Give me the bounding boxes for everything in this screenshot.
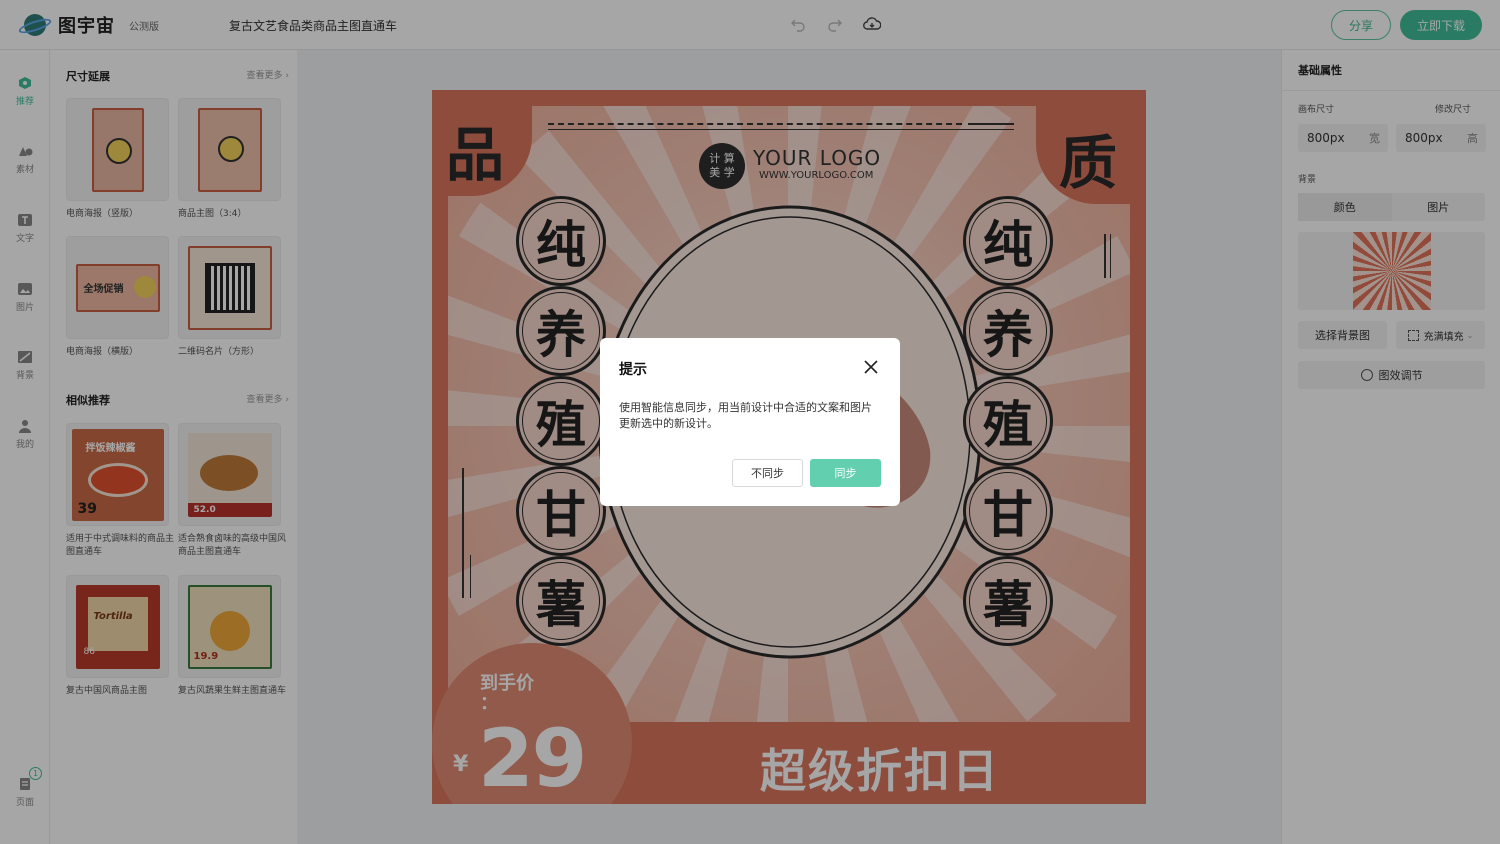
close-icon[interactable] — [862, 358, 880, 376]
dialog-message: 使用智能信息同步，用当前设计中合适的文案和图片更新选中的新设计。 — [619, 401, 872, 430]
dialog-title: 提示 — [619, 362, 647, 378]
sync-dialog: 提示 使用智能信息同步，用当前设计中合适的文案和图片更新选中的新设计。 不同步 … — [600, 338, 900, 506]
sync-button[interactable]: 同步 — [810, 459, 881, 487]
no-sync-button[interactable]: 不同步 — [732, 459, 803, 487]
